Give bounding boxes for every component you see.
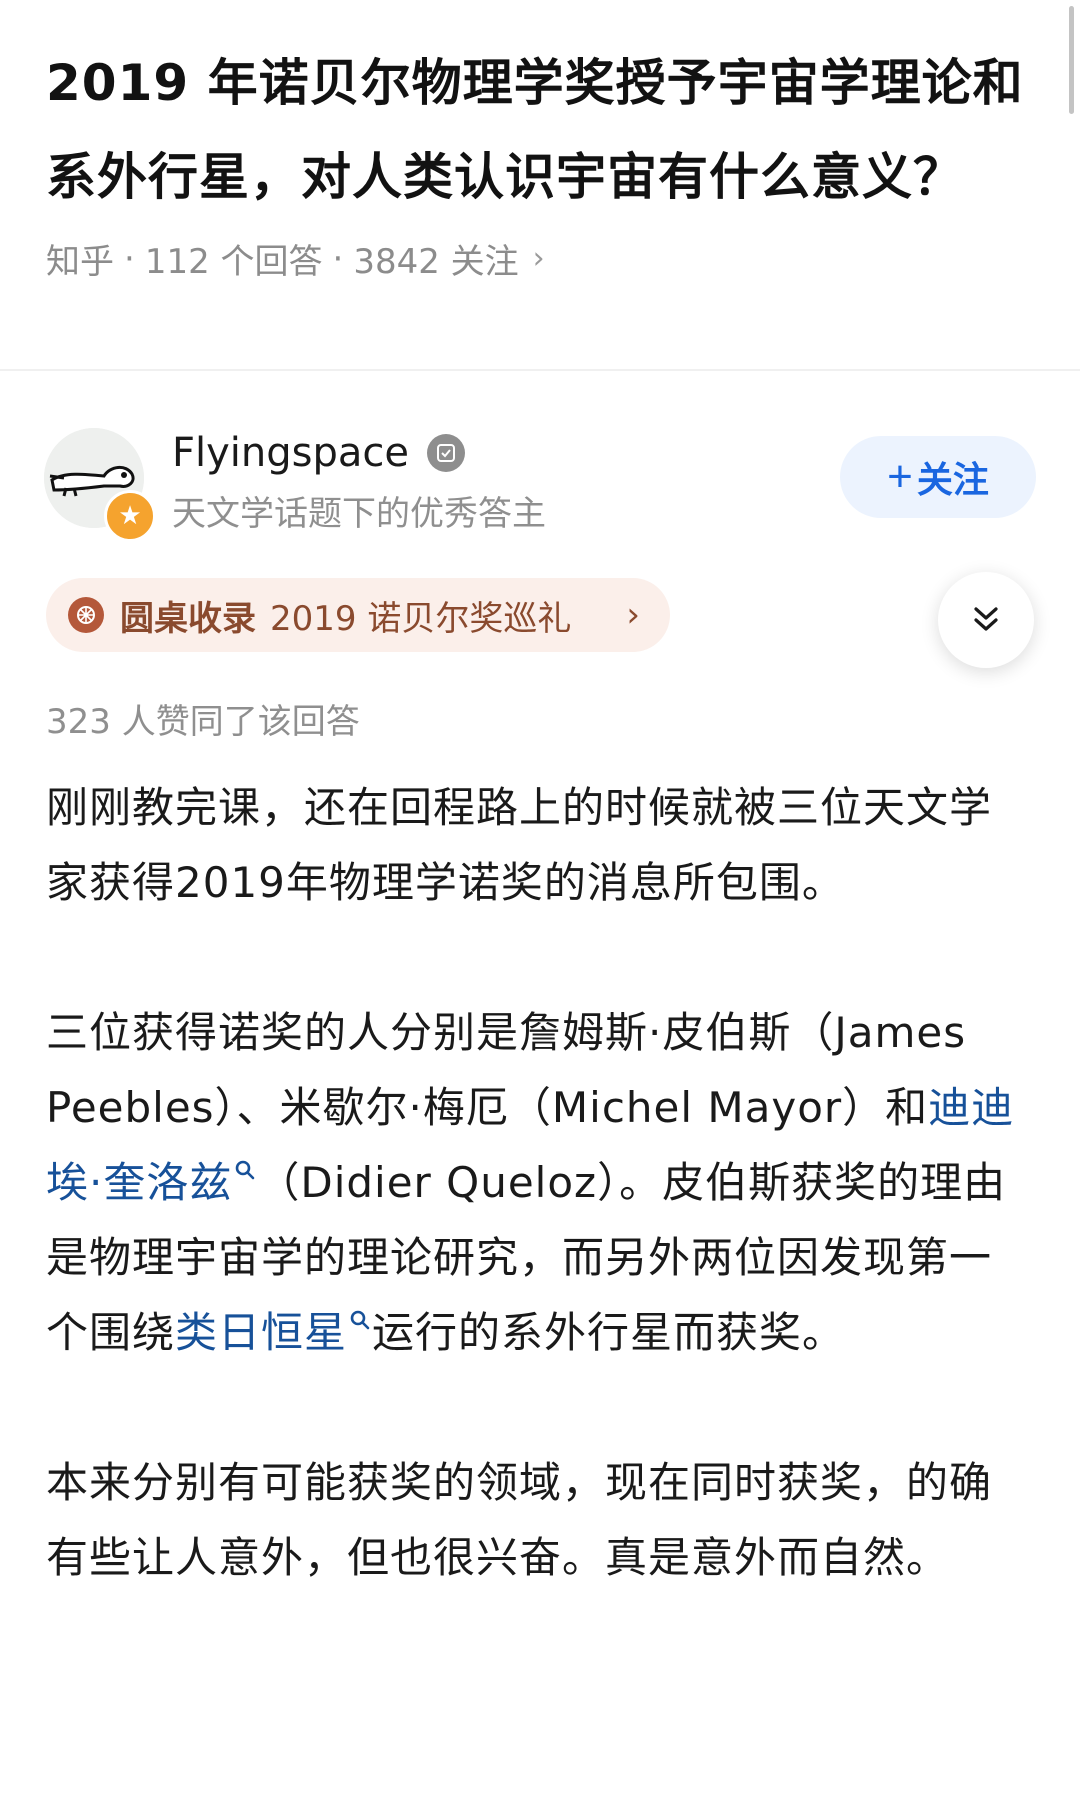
chevron-right-icon: › [626, 595, 640, 635]
roundtable-name: 2019 诺贝尔奖巡礼 [270, 598, 572, 639]
plus-icon: + [887, 452, 913, 501]
search-icon[interactable] [233, 1158, 257, 1182]
star-badge-icon: ★ [104, 490, 156, 542]
answers-count: 112 个回答 [144, 242, 323, 282]
scroll-indicator[interactable] [1069, 6, 1074, 114]
meta-separator: · [332, 238, 344, 279]
roundtable-icon [68, 597, 104, 633]
question-meta[interactable]: 知乎 · 112 个回答 · 3842 关注 › [46, 234, 1026, 283]
section-divider [0, 369, 1080, 371]
answer-paragraph: 三位获得诺奖的人分别是詹姆斯·皮伯斯（James Peebles）、米歇尔·梅厄… [46, 995, 1026, 1370]
roundtable-tag[interactable]: 圆桌收录 2019 诺贝尔奖巡礼 › [46, 578, 670, 652]
author-name-line: Flyingspace [172, 430, 465, 476]
author-name[interactable]: Flyingspace [172, 430, 409, 476]
chevron-right-icon: › [532, 241, 545, 276]
double-chevron-down-icon [974, 607, 998, 631]
answer-body: 刚刚教完课，还在回程路上的时候就被三位天文学家获得2019年物理学诺奖的消息所包… [46, 770, 1026, 1595]
answer-paragraph: 刚刚教完课，还在回程路上的时候就被三位天文学家获得2019年物理学诺奖的消息所包… [46, 783, 993, 907]
follow-label: 关注 [916, 459, 989, 500]
roundtable-label: 圆桌收录 [120, 598, 256, 639]
follow-button[interactable]: + 关注 [840, 436, 1036, 518]
followers-count: 3842 关注 [353, 242, 519, 282]
question-title[interactable]: 2019 年诺贝尔物理学奖授予宇宙学理论和系外行星，对人类认识宇宙有什么意义？ [46, 36, 1026, 224]
answer-paragraph: 本来分别有可能获奖的领域，现在同时获奖，的确有些让人意外，但也很兴奋。真是意外而… [46, 1458, 993, 1582]
author-row: ★ Flyingspace 天文学话题下的优秀答主 + 关注 [44, 428, 1036, 542]
author-subtitle: 天文学话题下的优秀答主 [172, 494, 546, 534]
vote-count: 323 人赞同了该回答 [46, 702, 360, 742]
question-header: 2019 年诺贝尔物理学奖授予宇宙学理论和系外行星，对人类认识宇宙有什么意义？ … [46, 36, 1026, 283]
collapse-button[interactable] [938, 572, 1034, 668]
verified-icon [427, 434, 465, 472]
avatar[interactable]: ★ [44, 428, 156, 542]
source-label: 知乎 [46, 242, 114, 282]
search-icon[interactable] [348, 1308, 372, 1332]
meta-separator: · [124, 238, 135, 279]
keyword-link[interactable]: 类日恒星 [175, 1308, 347, 1357]
answer-text: 运行的系外行星而获奖。 [372, 1308, 846, 1357]
answer-text: 三位获得诺奖的人分别是詹姆斯·皮伯斯（James Peebles）、米歇尔·梅厄… [46, 1008, 967, 1132]
